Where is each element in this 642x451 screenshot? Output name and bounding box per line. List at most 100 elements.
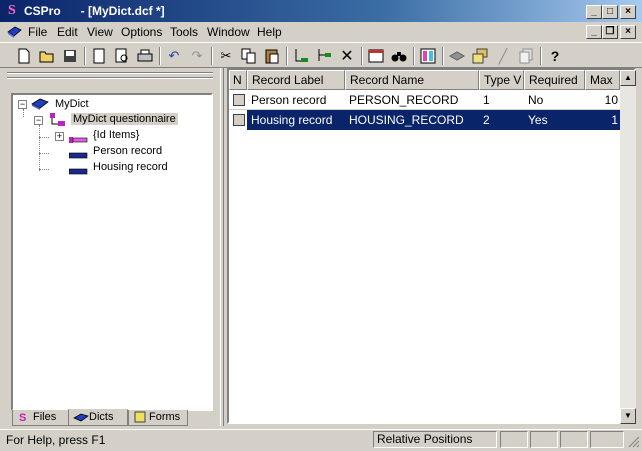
- maximize-button[interactable]: □: [602, 5, 618, 19]
- toolbar-separator: [442, 47, 444, 65]
- row-select-box[interactable]: [233, 114, 245, 126]
- properties-icon[interactable]: [366, 46, 386, 66]
- undo-icon[interactable]: ↶: [164, 46, 184, 66]
- panel-grip: [7, 72, 213, 74]
- copy-icon[interactable]: [239, 46, 259, 66]
- menu-window[interactable]: Window: [207, 25, 250, 39]
- menu-help[interactable]: Help: [257, 25, 282, 39]
- new-icon[interactable]: [14, 46, 34, 66]
- tree-line: [39, 125, 40, 171]
- cell-required: No: [528, 93, 544, 107]
- tree-node-id-items[interactable]: {Id Items}: [93, 129, 139, 141]
- scroll-down-button[interactable]: ▼: [620, 408, 636, 424]
- cell-type-value: 2: [483, 113, 490, 127]
- pencil-icon[interactable]: ╱: [493, 46, 513, 66]
- paste-icon[interactable]: [262, 46, 282, 66]
- toolbar-separator: [159, 47, 161, 65]
- dicts-book-icon: [73, 412, 89, 428]
- menu-view[interactable]: View: [87, 25, 113, 39]
- title-bar[interactable]: S CSPro - [MyDict.dcf *] _ □ ×: [0, 0, 642, 22]
- child-close-button[interactable]: ×: [620, 25, 636, 39]
- tree-line: [39, 169, 49, 170]
- menu-edit[interactable]: Edit: [57, 25, 78, 39]
- cell-required: Yes: [528, 113, 548, 127]
- cell-max: 1: [611, 113, 618, 127]
- add-item-icon[interactable]: [291, 46, 311, 66]
- stack-icon[interactable]: [470, 46, 490, 66]
- save-icon[interactable]: [60, 46, 80, 66]
- collapse-toggle[interactable]: −: [18, 100, 27, 109]
- forms-icon: [134, 411, 146, 427]
- table-row[interactable]: Person record PERSON_RECORD 1 No 10: [229, 90, 620, 110]
- document-book-icon[interactable]: [6, 25, 22, 39]
- dictionary-book-icon: [31, 97, 49, 111]
- tab-forms[interactable]: Forms: [128, 410, 188, 426]
- row-select-box[interactable]: [233, 94, 245, 106]
- cell-record-label: Housing record: [251, 113, 333, 127]
- tree-line: [39, 153, 49, 154]
- table-row[interactable]: Housing record HOUSING_RECORD 2 Yes 1: [229, 110, 620, 130]
- splitter[interactable]: [220, 68, 224, 426]
- toolbar-separator: [84, 47, 86, 65]
- scroll-up-button[interactable]: ▲: [620, 70, 636, 86]
- cut-icon[interactable]: ✂: [216, 46, 236, 66]
- tree-node-mydict[interactable]: MyDict: [55, 98, 89, 110]
- cell-record-name: PERSON_RECORD: [349, 93, 459, 107]
- insert-item-icon[interactable]: [314, 46, 334, 66]
- color-grid-icon[interactable]: [418, 46, 438, 66]
- find-icon[interactable]: [389, 46, 409, 66]
- tab-files[interactable]: S Files: [12, 410, 70, 426]
- status-divider: [0, 429, 642, 430]
- tree-node-person-record[interactable]: Person record: [93, 145, 162, 157]
- minimize-button[interactable]: _: [586, 5, 602, 19]
- tab-dicts[interactable]: Dicts: [68, 409, 128, 426]
- level-icon: [49, 112, 67, 128]
- column-header-required[interactable]: Required: [524, 70, 585, 90]
- print-icon[interactable]: [135, 46, 155, 66]
- records-grid[interactable]: N Record Label Record Name Type V Requir…: [227, 68, 636, 424]
- resize-grip-icon[interactable]: [626, 434, 640, 448]
- print-preview-icon[interactable]: [112, 46, 132, 66]
- panel-grip: [7, 77, 213, 79]
- status-pane: [560, 431, 588, 448]
- menu-bar: File Edit View Options Tools Window Help…: [0, 22, 642, 42]
- status-pane: [530, 431, 558, 448]
- toolbar-separator: [211, 47, 213, 65]
- pages-icon[interactable]: [516, 46, 536, 66]
- column-header-record-label[interactable]: Record Label: [247, 70, 345, 90]
- column-header-n[interactable]: N: [229, 70, 247, 90]
- tab-label: Forms: [149, 411, 181, 423]
- status-mode-pane: Relative Positions: [373, 431, 497, 448]
- menu-options[interactable]: Options: [121, 25, 162, 39]
- close-button[interactable]: ×: [620, 5, 636, 19]
- toolbar-separator: [286, 47, 288, 65]
- toolbar: ↶ ↷ ✂ ✕ ╱ ?: [0, 42, 642, 68]
- expand-toggle[interactable]: +: [55, 132, 64, 141]
- dictionary-tree[interactable]: − MyDict − MyDict questionnaire + {Id It…: [11, 93, 213, 411]
- tree-node-questionnaire[interactable]: MyDict questionnaire: [71, 113, 178, 125]
- page-icon[interactable]: [89, 46, 109, 66]
- cspro-logo-icon: S: [8, 3, 16, 18]
- tab-label: Files: [33, 411, 57, 423]
- child-minimize-button[interactable]: _: [586, 25, 602, 39]
- delete-icon[interactable]: ✕: [337, 46, 357, 66]
- cell-type-value: 1: [483, 93, 490, 107]
- collapse-toggle[interactable]: −: [34, 116, 43, 125]
- layers-icon[interactable]: [447, 46, 467, 66]
- open-icon[interactable]: [37, 46, 57, 66]
- menu-tools[interactable]: Tools: [170, 25, 198, 39]
- child-restore-button[interactable]: ❐: [602, 25, 618, 39]
- cell-max: 10: [604, 93, 618, 107]
- status-pane: [500, 431, 528, 448]
- redo-icon[interactable]: ↷: [187, 46, 207, 66]
- status-bar: For Help, press F1 Relative Positions: [0, 429, 642, 451]
- column-header-record-name[interactable]: Record Name: [345, 70, 479, 90]
- vertical-scrollbar[interactable]: ▲ ▼: [620, 70, 636, 424]
- tree-node-housing-record[interactable]: Housing record: [93, 161, 168, 173]
- toolbar-separator: [540, 47, 542, 65]
- column-header-max[interactable]: Max: [585, 70, 620, 90]
- menu-file[interactable]: File: [28, 25, 47, 39]
- column-header-type-value[interactable]: Type V: [479, 70, 524, 90]
- status-help-text: For Help, press F1: [6, 433, 106, 447]
- help-icon[interactable]: ?: [545, 46, 565, 66]
